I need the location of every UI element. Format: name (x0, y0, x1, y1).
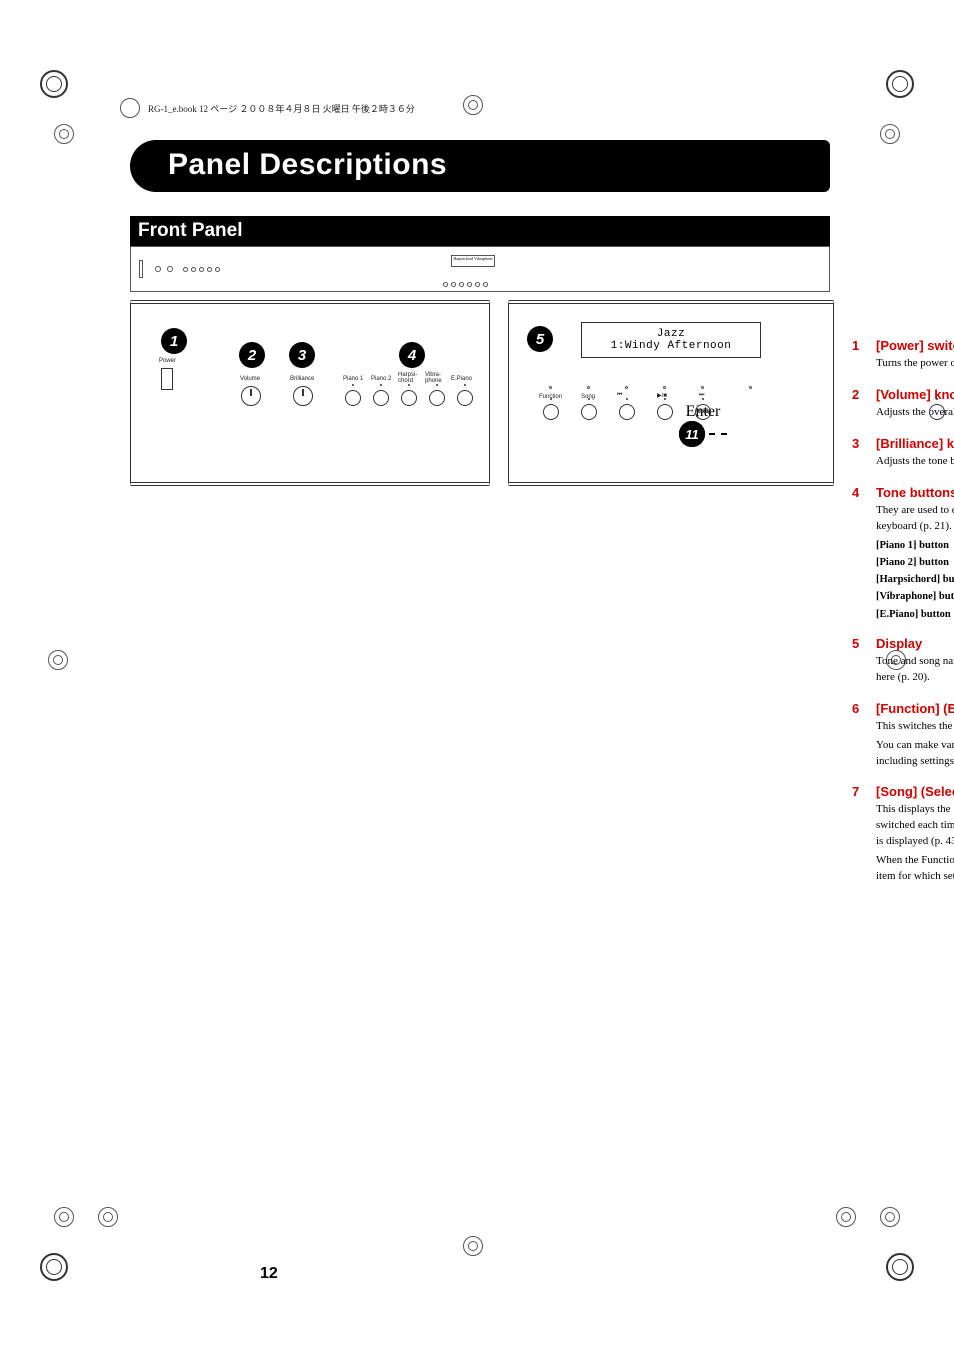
item-description: Adjusts the tone brightness (p. 16). (876, 454, 954, 470)
crop-mark-icon (886, 1253, 914, 1281)
registration-mark-icon (880, 124, 900, 144)
function-button-icon (543, 404, 559, 420)
item-description: Turns the power on/off (p. 16). (876, 356, 954, 372)
callout-4: 4 (399, 342, 425, 368)
crop-mark-icon (40, 70, 68, 98)
callout-2: 2 (239, 342, 265, 368)
callout-1: 1 (161, 328, 187, 354)
tone-button-icon (373, 390, 389, 406)
right-panel-diagram: 5 Jazz 1:Windy Afternoon Function Song ⏮… (508, 300, 834, 486)
item-number: 7 (852, 784, 876, 888)
description-item: 4Tone buttons They are used to choose the… (852, 485, 954, 624)
volume-knob-icon (241, 386, 261, 406)
registration-mark-icon (836, 1207, 856, 1227)
item-title: [Volume] knob (876, 387, 954, 402)
description-item: 3[Brilliance] knob Adjusts the tone brigh… (852, 436, 954, 473)
item-title: Display (876, 636, 954, 651)
playstop-button-icon (657, 404, 673, 420)
page-number: 12 (260, 1265, 278, 1283)
tone-button-icon (457, 390, 473, 406)
tone-button-icon (429, 390, 445, 406)
item-number: 3 (852, 436, 876, 473)
item-title: [Song] (Select -) button (876, 784, 954, 799)
prev-button-icon (619, 404, 635, 420)
item-number: 2 (852, 387, 876, 424)
registration-mark-icon (463, 95, 483, 115)
description-item: 1[Power] switch Turns the power on/off (p… (852, 338, 954, 375)
crop-mark-icon (886, 70, 914, 98)
next-button-icon370-icon: Exit − Value + Enter 6 77 8 9 10 11 (695, 404, 711, 420)
registration-mark-icon (880, 1207, 900, 1227)
song-button-icon (581, 404, 597, 420)
registration-mark-icon (48, 650, 68, 670)
item-description: Tone and song names and the values of va… (876, 654, 954, 686)
panel-overview-diagram: Harpsichord Vibraphone (130, 246, 830, 292)
item-number: 5 (852, 636, 876, 689)
item-number: 1 (852, 338, 876, 375)
registration-mark-icon (463, 1236, 483, 1256)
lcd-line2: 1:Windy Afternoon (582, 340, 760, 352)
header-metadata: RG-1_e.book 12 ページ ２００８年４月８日 火曜日 午後２時３６分 (120, 98, 415, 118)
chapter-title-bar: Panel Descriptions (130, 140, 830, 192)
item-number: 6 (852, 701, 876, 773)
registration-mark-icon (98, 1207, 118, 1227)
item-number: 4 (852, 485, 876, 624)
enter-button-icon (929, 404, 945, 420)
description-item: 7[Song] (Select -) button This displays t… (852, 784, 954, 888)
lcd-line1: Jazz (582, 328, 760, 340)
callout-3: 3 (289, 342, 315, 368)
item-description: This displays the Song Select screen (p.… (876, 802, 954, 885)
item-title: [Power] switch (876, 338, 954, 353)
item-description: They are used to choose the kinds of ton… (876, 503, 954, 535)
item-title: Tone buttons (876, 485, 954, 500)
item-description: This switches the RG-1 to the Function s… (876, 719, 954, 770)
crop-mark-icon (40, 1253, 68, 1281)
tone-button-icon (345, 390, 361, 406)
item-title: [Brilliance] knob (876, 436, 954, 451)
brilliance-knob-icon (293, 386, 313, 406)
callout-5: 5 (527, 326, 553, 352)
left-panel-diagram: 1 Power 2 Volume 3 Brilliance 4 Piano 1 … (130, 300, 490, 486)
description-item: 6[Function] (Exit) button This switches t… (852, 701, 954, 773)
section-title: Front Panel (138, 220, 822, 242)
section-title-bar: Front Panel (130, 216, 830, 246)
item-sublist: [Piano 1] button[Piano 2] button[Harpsic… (876, 538, 954, 622)
item-title: [Function] (Exit) button (876, 701, 954, 716)
registration-mark-icon (54, 124, 74, 144)
tone-button-icon (401, 390, 417, 406)
callout-11: 11 (679, 421, 705, 447)
lcd-display: Jazz 1:Windy Afternoon (581, 322, 761, 358)
chapter-title: Panel Descriptions (168, 148, 806, 182)
registration-mark-icon (54, 1207, 74, 1227)
description-item: 5Display Tone and song names and the valu… (852, 636, 954, 689)
